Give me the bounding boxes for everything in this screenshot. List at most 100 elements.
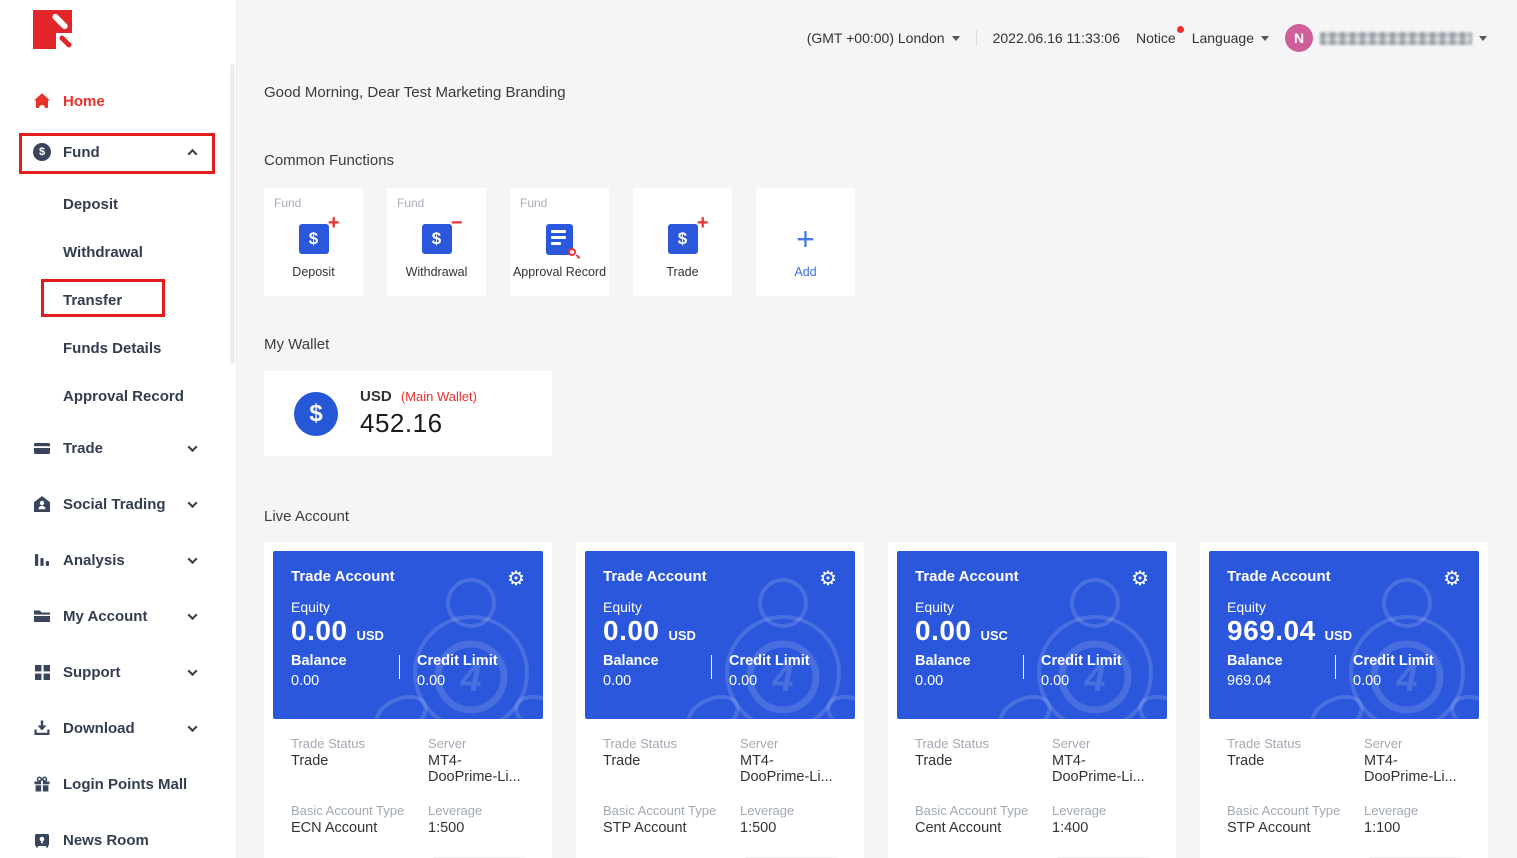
credit-limit-value: 0.00 — [1353, 673, 1461, 689]
equity-label: Equity — [915, 599, 1149, 615]
common-function-withdrawal[interactable]: Fund $− Withdrawal — [387, 188, 486, 296]
sidebar-item-deposit[interactable]: Deposit — [0, 180, 236, 228]
common-functions-row: Fund $+ Deposit Fund $− Withdrawal Fund … — [264, 188, 1517, 296]
card-label: Add — [756, 265, 855, 279]
credit-limit-label: Credit Limit — [417, 653, 525, 669]
leverage-label: Leverage — [428, 803, 525, 818]
balance-value: 969.04 — [1227, 673, 1335, 689]
card-label: Withdrawal — [387, 265, 486, 279]
sidebar-item-fund[interactable]: $ Fund — [0, 124, 236, 180]
equity-value: 969.04 — [1227, 615, 1316, 647]
timezone-label: (GMT +00:00) London — [807, 30, 945, 46]
sidebar-item-approval-record[interactable]: Approval Record — [0, 372, 236, 420]
server-label: Server — [1052, 736, 1149, 751]
balance-label: Balance — [915, 653, 1023, 669]
sidebar-item-withdrawal[interactable]: Withdrawal — [0, 228, 236, 276]
chevron-down-icon — [952, 36, 960, 41]
equity-currency: USD — [669, 628, 696, 643]
account-card-title: Trade Account — [291, 568, 395, 585]
wallet-currency: USD — [360, 388, 392, 405]
common-function-approval-record[interactable]: Fund Approval Record — [510, 188, 609, 296]
sidebar-item-support[interactable]: Support — [0, 644, 236, 700]
chevron-down-icon — [188, 442, 198, 452]
logo-notch — [56, 33, 72, 49]
user-name-redacted — [1320, 32, 1472, 45]
dollar-plus-icon: $+ — [668, 224, 698, 254]
chevron-up-icon — [188, 148, 198, 158]
account-type-value: ECN Account — [291, 820, 428, 836]
card-tag: Fund — [520, 196, 547, 210]
live-account-card: 4 Trade Account ⚙ Equity 969.04 USD Ba — [1200, 542, 1488, 858]
sidebar-item-funds-details[interactable]: Funds Details — [0, 324, 236, 372]
leverage-value: 1:100 — [1364, 820, 1461, 836]
notice-button[interactable]: Notice — [1136, 30, 1176, 46]
sidebar-item-download[interactable]: Download — [0, 700, 236, 756]
gear-icon[interactable]: ⚙ — [1131, 568, 1149, 588]
account-type-label: Basic Account Type — [291, 803, 428, 818]
account-type-label: Basic Account Type — [603, 803, 740, 818]
gear-icon[interactable]: ⚙ — [1443, 568, 1461, 588]
balance-label: Balance — [603, 653, 711, 669]
server-value: MT4-DooPrime-Li... — [1052, 753, 1149, 785]
leverage-label: Leverage — [740, 803, 837, 818]
server-label: Server — [428, 736, 525, 751]
leverage-value: 1:500 — [428, 820, 525, 836]
dollar-plus-icon: $+ — [299, 224, 329, 254]
equity-currency: USC — [981, 628, 1008, 643]
card-tag: Fund — [397, 196, 424, 210]
sidebar-item-login-points-mall[interactable]: Login Points Mall — [0, 756, 236, 812]
wallet-amount: 452.16 — [360, 408, 477, 439]
avatar: N — [1285, 24, 1313, 52]
account-summary-panel: 4 Trade Account ⚙ Equity 0.00 USD Bala — [273, 551, 543, 719]
topbar: (GMT +00:00) London 2022.06.16 11:33:06 … — [237, 0, 1517, 52]
sidebar-item-transfer[interactable]: Transfer — [0, 276, 236, 324]
account-card-title: Trade Account — [603, 568, 707, 585]
equity-label: Equity — [603, 599, 837, 615]
user-menu[interactable]: N — [1285, 24, 1487, 52]
sidebar-item-news-room[interactable]: News Room — [0, 812, 236, 858]
gear-icon[interactable]: ⚙ — [507, 568, 525, 588]
chevron-down-icon — [188, 666, 198, 676]
account-type-value: STP Account — [603, 820, 740, 836]
server-label: Server — [740, 736, 837, 751]
chevron-down-icon — [188, 554, 198, 564]
home-icon — [33, 92, 51, 110]
live-account-row: 4 Trade Account ⚙ Equity 0.00 USD Bala — [264, 542, 1517, 858]
sidebar-item-label: Home — [63, 93, 105, 110]
common-function-add[interactable]: + Add — [756, 188, 855, 296]
balance-label: Balance — [291, 653, 399, 669]
equity-currency: USD — [357, 628, 384, 643]
chevron-down-icon — [1479, 36, 1487, 41]
brand-logo[interactable] — [33, 10, 72, 49]
dollar-minus-icon: $− — [422, 224, 452, 254]
equity-value: 0.00 — [603, 615, 660, 647]
sidebar-item-social-trading[interactable]: Social Trading — [0, 476, 236, 532]
account-card-title: Trade Account — [1227, 568, 1331, 585]
wallet-card: $ USD (Main Wallet) 452.16 — [264, 371, 552, 456]
common-function-deposit[interactable]: Fund $+ Deposit — [264, 188, 363, 296]
download-icon — [33, 719, 51, 737]
card-tag: Fund — [274, 196, 301, 210]
leverage-label: Leverage — [1052, 803, 1149, 818]
gift-icon — [33, 775, 51, 793]
sidebar-item-home[interactable]: Home — [0, 78, 236, 124]
doc-search-icon — [546, 224, 573, 255]
account-card-title: Trade Account — [915, 568, 1019, 585]
server-value: MT4-DooPrime-Li... — [1364, 753, 1461, 785]
timezone-selector[interactable]: (GMT +00:00) London — [807, 30, 960, 46]
common-function-trade[interactable]: $+ Trade — [633, 188, 732, 296]
leverage-value: 1:500 — [740, 820, 837, 836]
bar-chart-icon — [33, 551, 51, 569]
card-label: Deposit — [264, 265, 363, 279]
sidebar-item-analysis[interactable]: Analysis — [0, 532, 236, 588]
credit-limit-value: 0.00 — [1041, 673, 1149, 689]
language-selector[interactable]: Language — [1192, 30, 1269, 46]
sidebar-item-trade[interactable]: Trade — [0, 420, 236, 476]
sidebar-item-my-account[interactable]: My Account — [0, 588, 236, 644]
credit-limit-value: 0.00 — [417, 673, 525, 689]
leverage-value: 1:400 — [1052, 820, 1149, 836]
chevron-down-icon — [188, 722, 198, 732]
news-icon — [33, 831, 51, 849]
gear-icon[interactable]: ⚙ — [819, 568, 837, 588]
notice-label: Notice — [1136, 30, 1176, 46]
